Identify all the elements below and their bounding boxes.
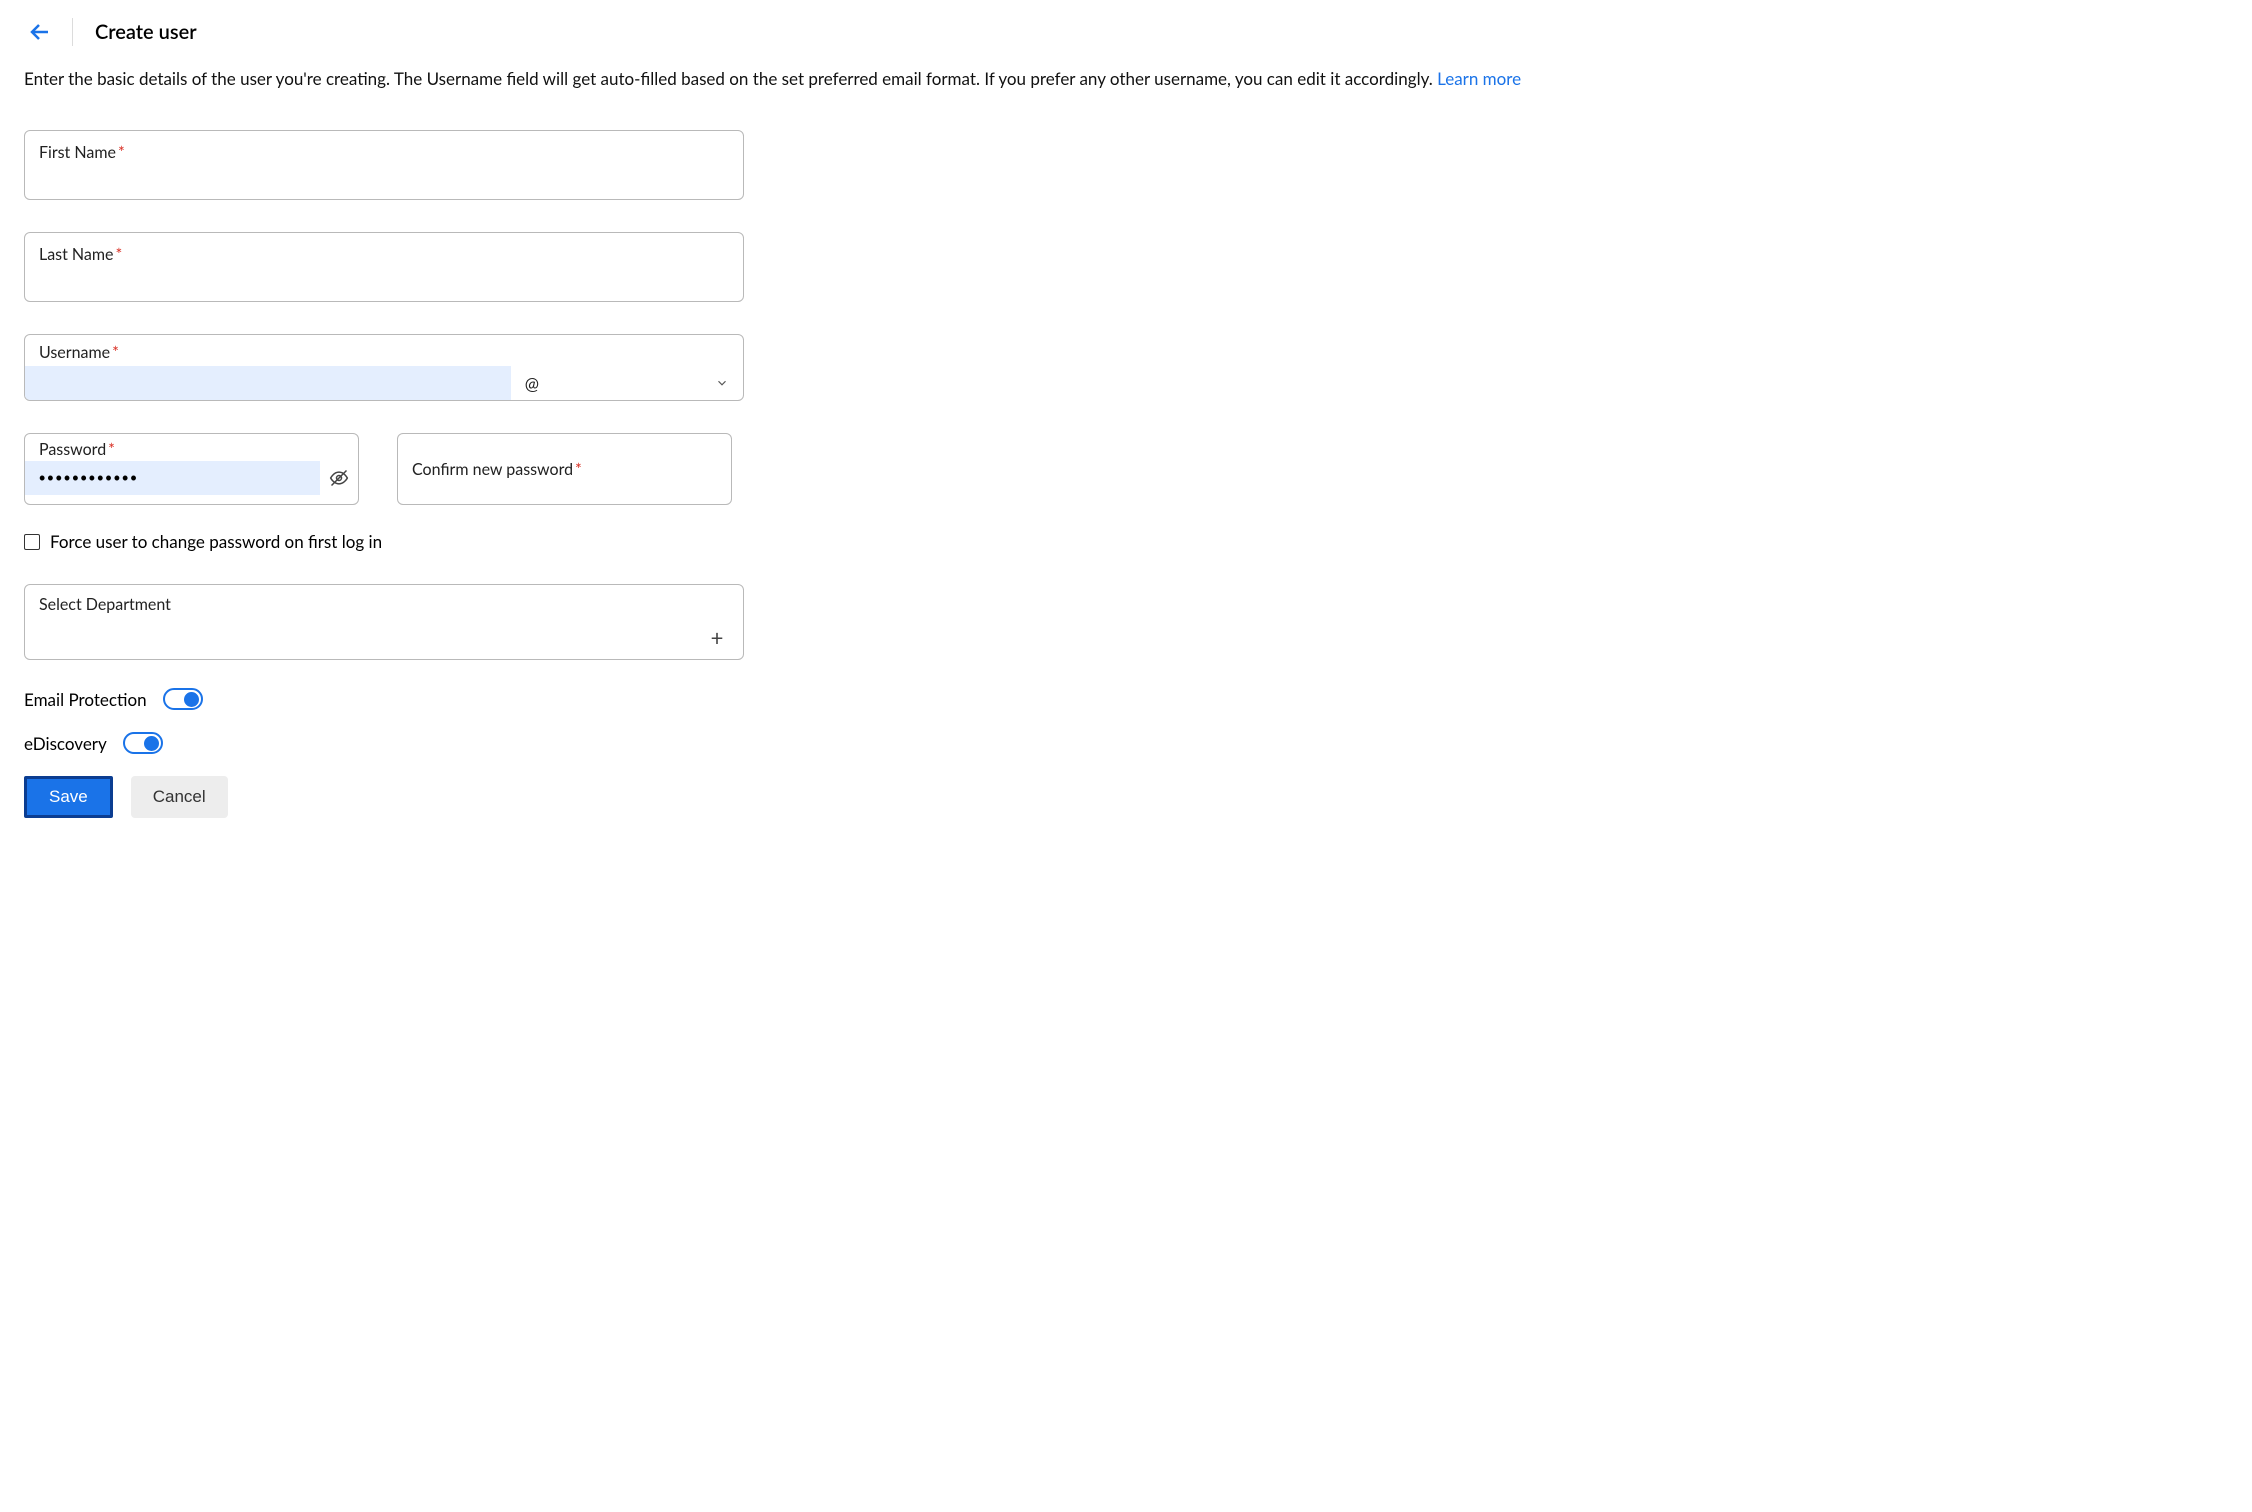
chevron-down-icon [715,376,729,390]
department-field[interactable]: Select Department + [24,584,744,660]
email-protection-row: Email Protection [24,688,744,710]
back-button[interactable] [24,16,56,48]
username-label: Username [39,343,110,362]
department-label: Select Department [39,595,171,614]
eye-off-icon [329,468,349,488]
intro-text: Enter the basic details of the user you'… [24,66,2228,92]
page-header: Create user [24,16,2228,48]
header-divider [72,18,73,46]
intro-body: Enter the basic details of the user you'… [24,68,1437,89]
force-change-label: Force user to change password on first l… [50,531,382,552]
required-icon: * [575,460,582,479]
required-icon: * [108,440,115,459]
page-title: Create user [95,20,197,44]
learn-more-link[interactable]: Learn more [1437,68,1521,89]
ediscovery-row: eDiscovery [24,732,744,754]
username-field: Username* @ [24,334,744,401]
ediscovery-label: eDiscovery [24,733,107,754]
save-button[interactable]: Save [24,776,113,818]
last-name-field[interactable]: Last Name* [24,232,744,302]
create-user-form: First Name* Last Name* Username* @ [24,130,744,818]
confirm-password-field[interactable]: Confirm new password* [397,433,732,505]
ediscovery-toggle[interactable] [123,732,163,754]
plus-icon: + [711,624,724,651]
password-input[interactable] [25,461,320,495]
force-change-checkbox[interactable] [24,534,40,550]
first-name-field[interactable]: First Name* [24,130,744,200]
required-icon: * [112,343,119,362]
domain-select[interactable] [553,366,743,400]
toggle-password-visibility-button[interactable] [320,461,358,495]
cancel-button[interactable]: Cancel [131,776,228,818]
required-icon: * [115,245,122,264]
form-buttons: Save Cancel [24,776,744,818]
add-department-button[interactable]: + [705,625,729,649]
toggle-knob-icon [184,692,199,707]
last-name-label: Last Name [39,245,113,264]
toggle-knob-icon [144,736,159,751]
at-sign: @ [511,373,553,394]
email-protection-toggle[interactable] [163,688,203,710]
arrow-left-icon [28,20,52,44]
username-input[interactable] [25,366,511,400]
force-change-row: Force user to change password on first l… [24,531,744,552]
required-icon: * [118,143,125,162]
first-name-label: First Name [39,143,116,162]
confirm-password-label: Confirm new password [412,460,573,479]
password-label: Password [39,440,106,459]
password-field: Password* [24,433,359,505]
email-protection-label: Email Protection [24,689,147,710]
